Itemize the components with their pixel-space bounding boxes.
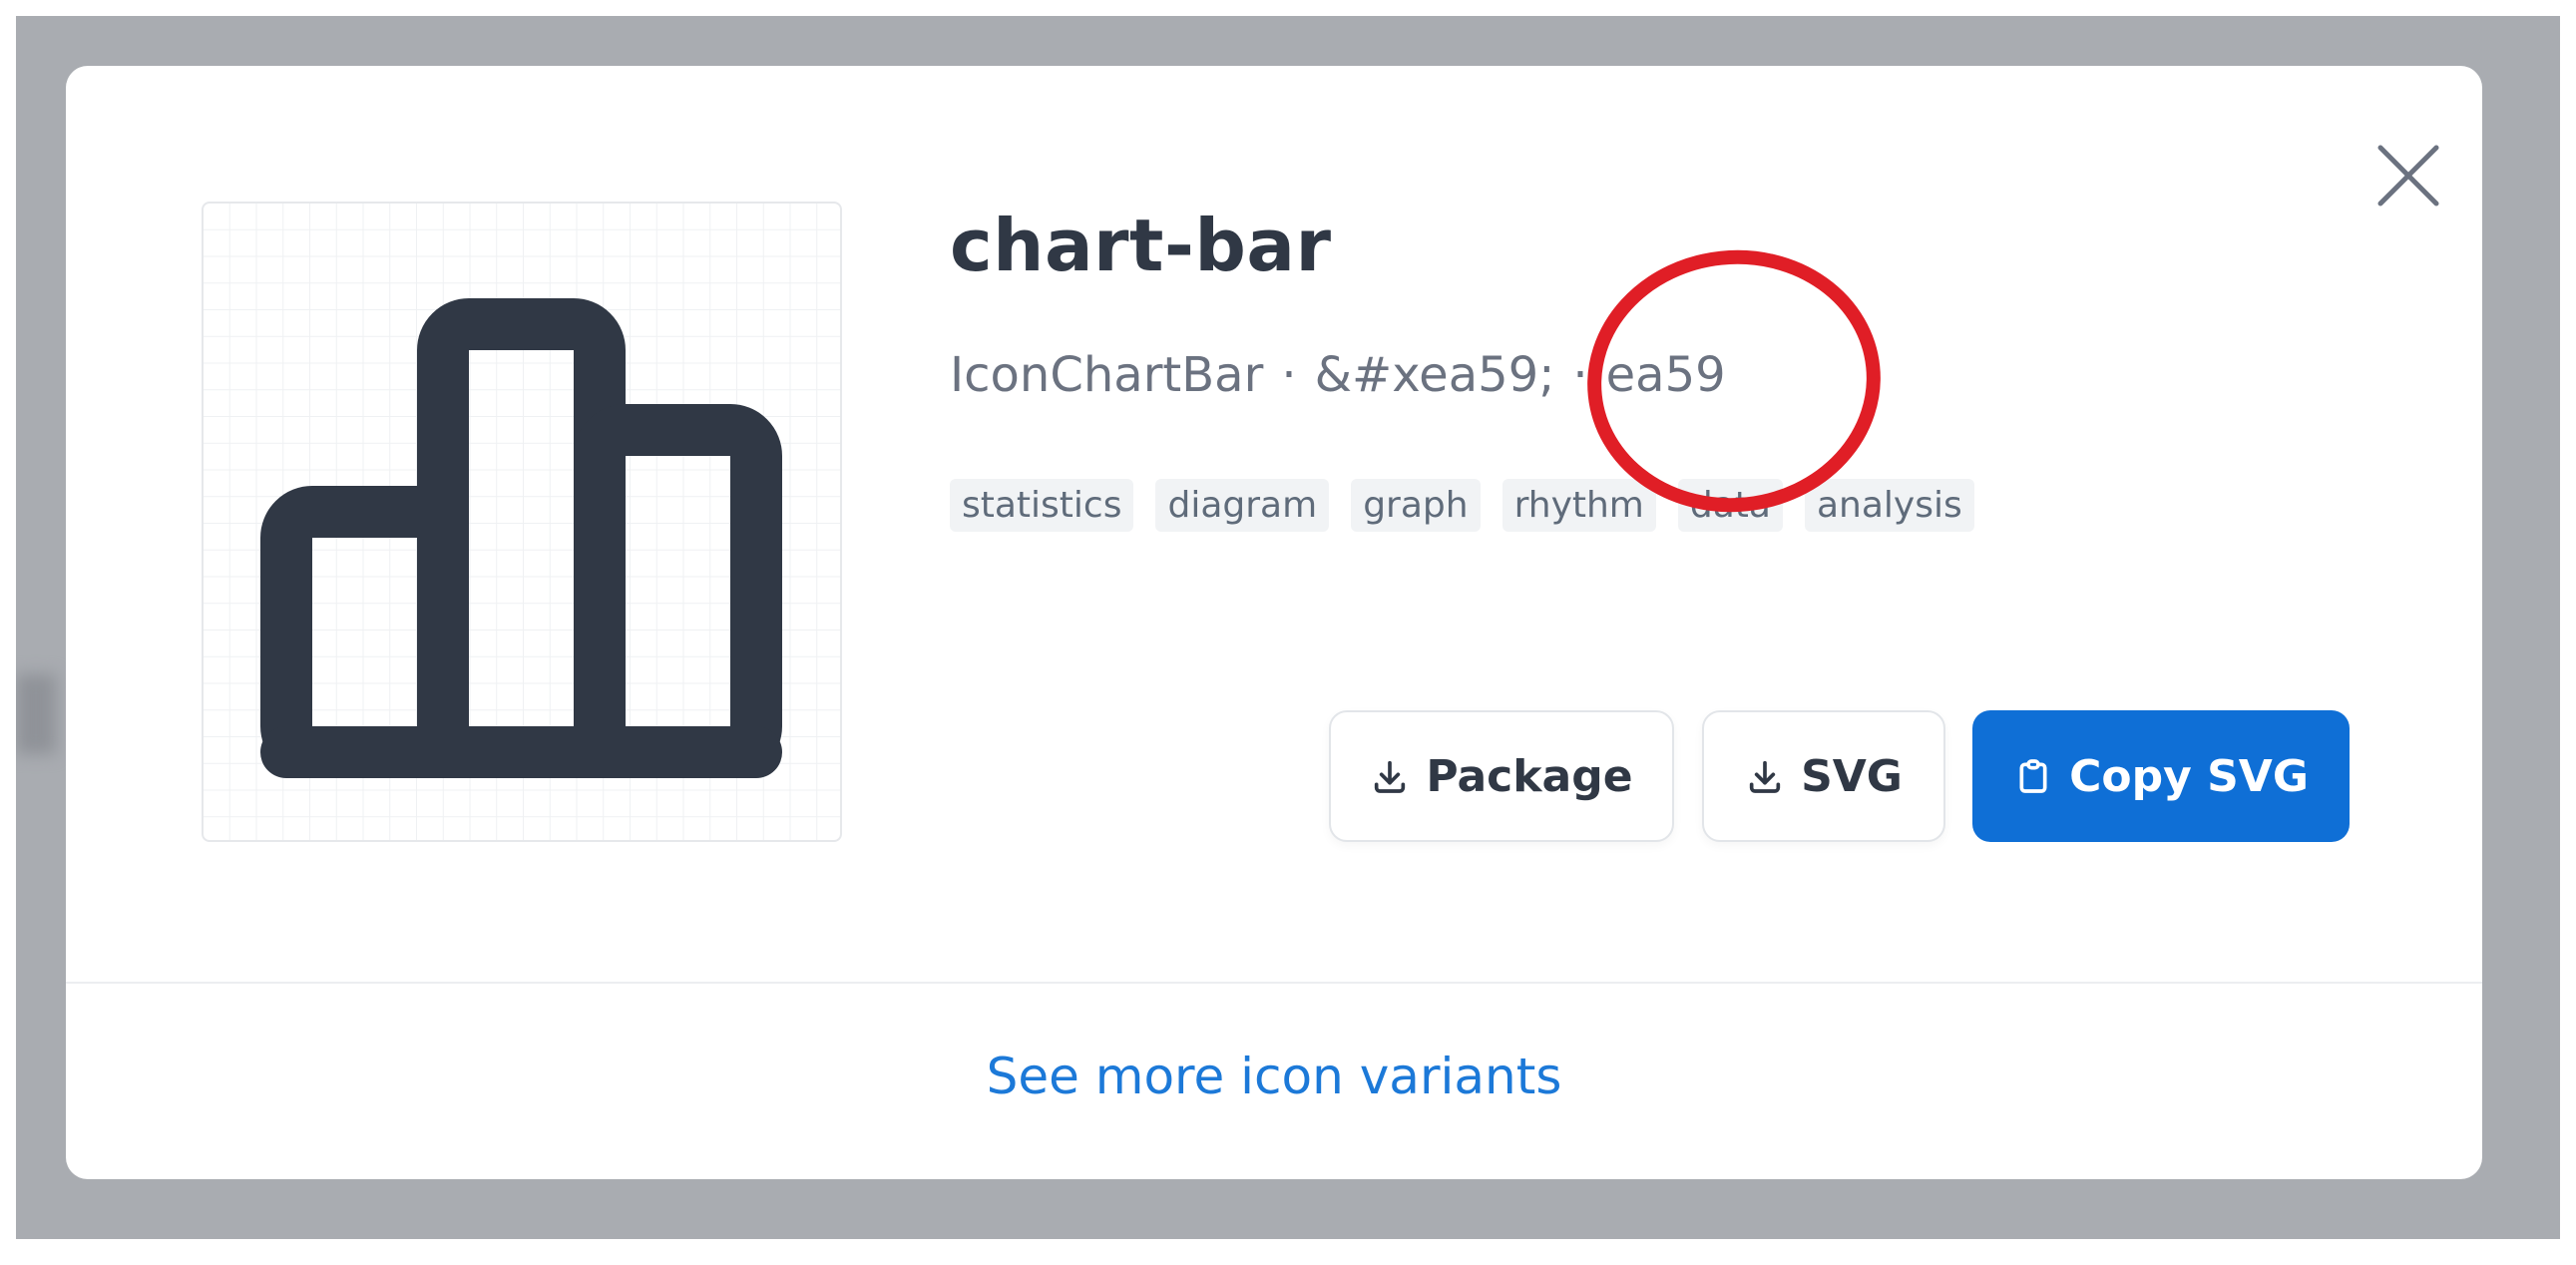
tag: diagram [1155,479,1330,532]
icon-meta: IconChartBar · &#xea59; · ea59 [950,347,1726,403]
footer-divider [66,982,2482,984]
download-icon [1370,756,1410,796]
copy-svg-label: Copy SVG [2069,750,2309,802]
download-icon [1745,756,1785,796]
background-content [16,674,56,754]
close-button[interactable] [2368,136,2448,215]
chart-bar-icon [260,298,782,778]
see-more-variants-link[interactable]: See more icon variants [66,1048,2482,1105]
copy-svg-button[interactable]: Copy SVG [1972,710,2350,842]
svg-label: SVG [1801,750,1903,802]
html-entity[interactable]: &#xea59; [1315,347,1555,403]
tag: data [1677,479,1783,532]
tag: graph [1351,479,1481,532]
icon-detail-modal: chart-bar IconChartBar · &#xea59; · ea59 sta… [66,66,2482,1179]
close-icon [2377,145,2439,207]
icon-preview [202,202,842,842]
icon-name: chart-bar [950,204,1332,287]
tag: statistics [950,479,1134,532]
component-name[interactable]: IconChartBar [950,347,1263,403]
package-label: Package [1426,750,1633,802]
download-svg-button[interactable]: SVG [1702,710,1945,842]
download-package-button[interactable]: Package [1329,710,1674,842]
meta-separator: · [1572,347,1588,403]
tag: rhythm [1502,479,1656,532]
meta-separator: · [1281,347,1297,403]
tag-list: statistics diagram graph rhythm data ana… [950,479,1974,532]
tag: analysis [1804,479,1974,532]
unicode-code[interactable]: ea59 [1606,347,1726,403]
clipboard-icon [2013,756,2053,796]
